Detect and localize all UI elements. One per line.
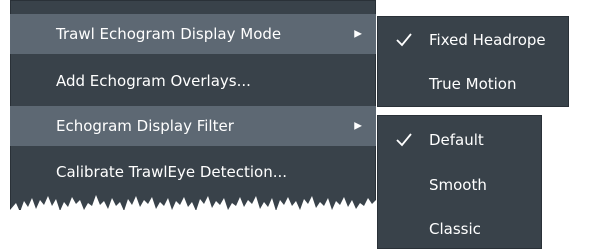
- menu-item-label: Add Echogram Overlays...: [56, 72, 251, 90]
- submenu-display-filter: Default Smooth Classic: [377, 115, 542, 249]
- checkmark-icon: [396, 133, 412, 147]
- menu-item-add-echogram-overlays[interactable]: Add Echogram Overlays...: [10, 61, 376, 101]
- submenu-item-label: Fixed Headrope: [429, 31, 546, 49]
- menu-item-label: Echogram Display Filter: [56, 117, 234, 135]
- menu-item-label: Trawl Echogram Display Mode: [56, 25, 282, 43]
- checkmark-icon: [396, 33, 412, 47]
- submenu-display-mode: Fixed Headrope True Motion: [377, 16, 569, 107]
- submenu-item-true-motion[interactable]: True Motion: [377, 62, 569, 106]
- submenu-item-classic[interactable]: Classic: [377, 207, 542, 251]
- submenu-item-label: Classic: [429, 220, 481, 238]
- submenu-item-smooth[interactable]: Smooth: [377, 163, 542, 207]
- chevron-right-icon: ▶: [354, 120, 362, 132]
- torn-edge: [10, 195, 376, 216]
- menu-item-trawl-echogram-display-mode[interactable]: Trawl Echogram Display Mode ▶: [10, 14, 376, 54]
- submenu-item-fixed-headrope[interactable]: Fixed Headrope: [377, 18, 569, 62]
- submenu-item-label: Default: [429, 131, 484, 149]
- chevron-right-icon: ▶: [354, 28, 362, 40]
- submenu-item-label: Smooth: [429, 176, 487, 194]
- menu-item-echogram-display-filter[interactable]: Echogram Display Filter ▶: [10, 106, 376, 146]
- submenu-item-default[interactable]: Default: [377, 118, 542, 162]
- submenu-item-label: True Motion: [429, 75, 517, 93]
